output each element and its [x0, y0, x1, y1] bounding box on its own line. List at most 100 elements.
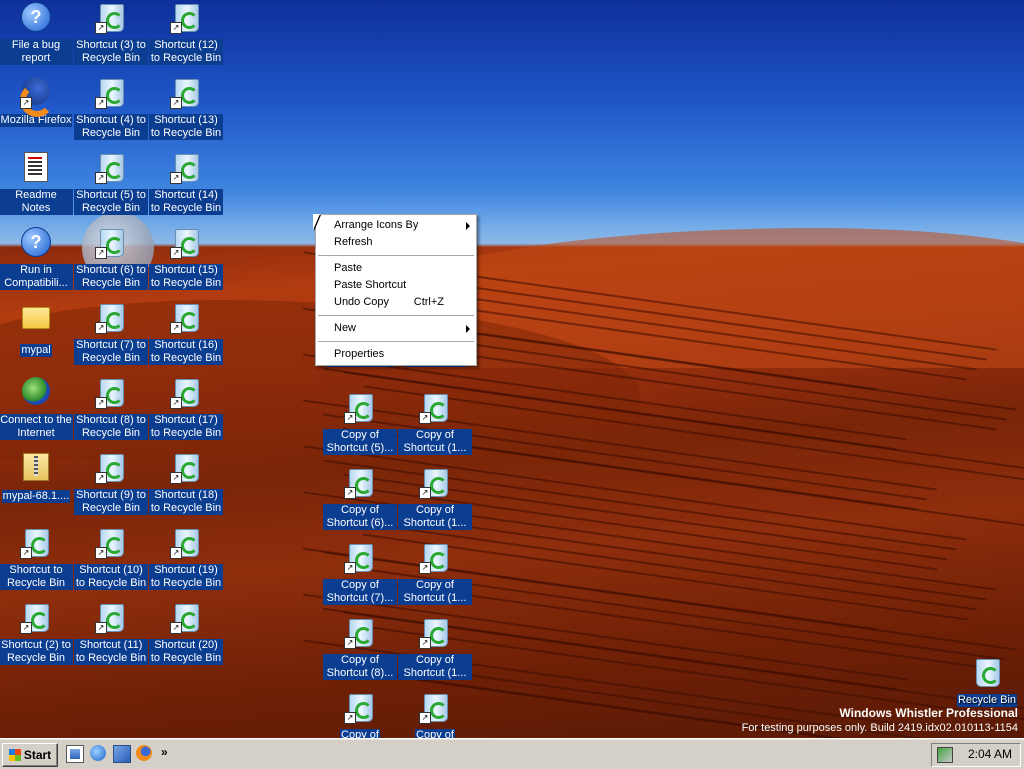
icon-label: Shortcut (11) to Recycle Bin: [74, 639, 148, 665]
menu-item-new[interactable]: New: [316, 320, 476, 337]
recycle-bin-icon: ↗: [344, 467, 376, 499]
desktop-icon[interactable]: ↗ Shortcut (12) to Recycle Bin: [149, 0, 223, 74]
recycle-bin-icon: ↗: [95, 227, 127, 259]
recycle-bin-icon: ↗: [95, 77, 127, 109]
menu-item-label: Paste Shortcut: [334, 279, 407, 291]
menu-item-label: Undo Copy: [334, 296, 390, 308]
icon-label: Copy of Shortcut (1...: [398, 504, 472, 530]
watermark-title: Windows Whistler Professional: [839, 706, 1018, 720]
desktop-icon[interactable]: Readme Notes: [0, 150, 73, 224]
recycle-bin-icon: ↗: [170, 452, 202, 484]
icon-label: Shortcut (5) to Recycle Bin: [74, 189, 148, 215]
firefox-icon: ↗: [20, 77, 54, 117]
windows-logo-icon: [8, 749, 21, 761]
desktop-icon[interactable]: ↗ Mozilla Firefox: [0, 75, 73, 149]
desktop-icon[interactable]: Connect to the Internet: [0, 375, 73, 449]
menu-item-label: Refresh: [334, 236, 373, 248]
desktop-icon[interactable]: ↗ Shortcut (15) to Recycle Bin: [149, 225, 223, 299]
desktop-icon[interactable]: ↗ Shortcut (8) to Recycle Bin: [74, 375, 148, 449]
icon-label: Copy of Shortcut (5)...: [323, 429, 397, 455]
desktop-icon[interactable]: ↗ Shortcut (5) to Recycle Bin: [74, 150, 148, 224]
menu-item-undo-copy[interactable]: Undo Copy Ctrl+Z: [316, 294, 476, 311]
menu-item-paste-shortcut[interactable]: Paste Shortcut: [316, 277, 476, 294]
zip-folder-icon: [20, 453, 52, 485]
shortcut-arrow-icon: ↗: [95, 247, 107, 259]
desktop-icon[interactable]: ↗ Shortcut (4) to Recycle Bin: [74, 75, 148, 149]
desktop-icon[interactable]: ↗ Shortcut (18) to Recycle Bin: [149, 450, 223, 524]
recycle-bin-icon: ↗: [95, 2, 127, 34]
show-desktop-icon[interactable]: [66, 745, 84, 763]
network-icon[interactable]: [937, 747, 953, 763]
recycle-bin-icon: ↗: [20, 602, 52, 634]
recycle-bin-icon: ↗: [344, 392, 376, 424]
desktop-icon[interactable]: ? Run in Compatibili...: [0, 225, 73, 299]
recycle-bin-icon: ↗: [419, 692, 451, 724]
system-tray: 2:04 AM: [931, 743, 1021, 767]
desktop-icon[interactable]: mypal-68.1....: [0, 450, 73, 524]
desktop-icon[interactable]: ↗ Copy of: [323, 690, 397, 738]
shortcut-arrow-icon: ↗: [419, 637, 431, 649]
icon-label: mypal-68.1....: [1, 490, 71, 503]
desktop-icon[interactable]: ↗ Copy of Shortcut (5)...: [323, 390, 397, 464]
desktop-icon[interactable]: ↗ Copy of Shortcut (1...: [398, 465, 472, 539]
desktop-icon[interactable]: ↗ Copy of Shortcut (1...: [398, 390, 472, 464]
desktop-icon[interactable]: ↗ Shortcut (14) to Recycle Bin: [149, 150, 223, 224]
shortcut-arrow-icon: ↗: [20, 547, 32, 559]
desktop-context-menu: Arrange Icons By Refresh Paste Paste Sho…: [315, 214, 477, 366]
icon-label: Readme Notes: [0, 189, 73, 215]
desktop-icon[interactable]: ↗ Shortcut (19) to Recycle Bin: [149, 525, 223, 599]
recycle-bin-icon: ↗: [95, 527, 127, 559]
icon-label: Copy of Shortcut (7)...: [323, 579, 397, 605]
recycle-bin-icon: ↗: [170, 302, 202, 334]
desktop-icon[interactable]: ↗ Copy of: [398, 690, 472, 738]
help-icon: ?: [20, 227, 52, 259]
menu-item-paste[interactable]: Paste: [316, 260, 476, 277]
icon-label: Copy of Shortcut (8)...: [323, 654, 397, 680]
desktop-icon[interactable]: ↗ Shortcut (3) to Recycle Bin: [74, 0, 148, 74]
internet-explorer-icon[interactable]: [90, 745, 106, 761]
shortcut-arrow-icon: ↗: [344, 412, 356, 424]
version-watermark: Windows Whistler Professional For testin…: [742, 706, 1018, 734]
shortcut-arrow-icon: ↗: [95, 97, 107, 109]
desktop-icon[interactable]: ↗ Copy of Shortcut (1...: [398, 540, 472, 614]
desktop-icon[interactable]: ↗ Copy of Shortcut (8)...: [323, 615, 397, 689]
recycle-bin-icon: ↗: [95, 452, 127, 484]
firefox-icon[interactable]: [136, 745, 152, 761]
shortcut-arrow-icon: ↗: [170, 622, 182, 634]
recycle-bin-icon: ↗: [170, 152, 202, 184]
desktop-icon[interactable]: ↗ Copy of Shortcut (1...: [398, 615, 472, 689]
icon-label: Shortcut (10) to Recycle Bin: [74, 564, 148, 590]
desktop-icon[interactable]: ↗ Shortcut (7) to Recycle Bin: [74, 300, 148, 374]
desktop-icon[interactable]: ↗ Shortcut (6) to Recycle Bin: [74, 225, 148, 299]
recycle-bin-icon: ↗: [419, 392, 451, 424]
icon-label: Shortcut (14) to Recycle Bin: [149, 189, 223, 215]
shortcut-arrow-icon: ↗: [20, 97, 32, 109]
desktop-icon[interactable]: ↗ Shortcut (17) to Recycle Bin: [149, 375, 223, 449]
desktop-icon[interactable]: ↗ Shortcut to Recycle Bin: [0, 525, 73, 599]
recycle-bin-icon: ↗: [170, 77, 202, 109]
mouse-cursor-icon: [313, 214, 327, 230]
icon-label: Shortcut (18) to Recycle Bin: [149, 489, 223, 515]
windows-explorer-icon[interactable]: [113, 745, 131, 763]
icon-label: mypal: [20, 344, 52, 357]
menu-item-refresh[interactable]: Refresh: [316, 234, 476, 251]
desktop-icon[interactable]: ↗ Shortcut (9) to Recycle Bin: [74, 450, 148, 524]
desktop-icon[interactable]: mypal: [0, 300, 73, 374]
recycle-bin-icon: ↗: [95, 377, 127, 409]
desktop-icon[interactable]: ↗ Copy of Shortcut (6)...: [323, 465, 397, 539]
desktop-icon[interactable]: ↗ Shortcut (13) to Recycle Bin: [149, 75, 223, 149]
desktop[interactable]: ? File a bug report ↗ Mozilla Firefox Readme…: [0, 0, 1024, 738]
desktop-icon[interactable]: ↗ Shortcut (10) to Recycle Bin: [74, 525, 148, 599]
desktop-icon[interactable]: ↗ Shortcut (2) to Recycle Bin: [0, 600, 73, 674]
shortcut-arrow-icon: ↗: [95, 472, 107, 484]
desktop-icon[interactable]: ? File a bug report: [0, 0, 73, 74]
start-button[interactable]: Start: [2, 743, 58, 767]
desktop-icon[interactable]: ↗ Shortcut (16) to Recycle Bin: [149, 300, 223, 374]
menu-item-arrange-icons[interactable]: Arrange Icons By: [316, 217, 476, 234]
menu-item-properties[interactable]: Properties: [316, 346, 476, 363]
quick-launch-chevron[interactable]: »: [161, 745, 168, 759]
desktop-icon[interactable]: ↗ Copy of Shortcut (7)...: [323, 540, 397, 614]
clock[interactable]: 2:04 AM: [968, 747, 1012, 761]
desktop-icon[interactable]: ↗ Shortcut (11) to Recycle Bin: [74, 600, 148, 674]
desktop-icon[interactable]: ↗ Shortcut (20) to Recycle Bin: [149, 600, 223, 674]
